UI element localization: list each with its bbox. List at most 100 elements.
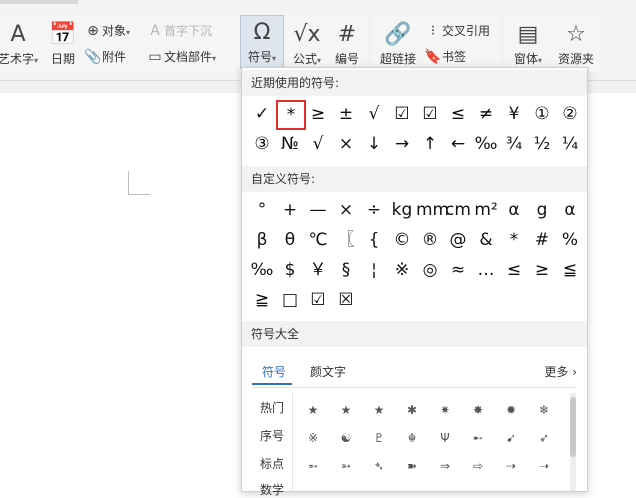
custom-symbol-cell[interactable]: { bbox=[360, 226, 388, 254]
library-symbol-cell[interactable]: ✹ bbox=[496, 397, 526, 423]
tab-symbols[interactable]: 符号 bbox=[262, 363, 286, 380]
library-symbol-cell[interactable]: ※ bbox=[298, 425, 328, 451]
formula-button[interactable]: √x 公式▾ bbox=[287, 18, 327, 67]
recent-symbol-cell[interactable]: ✓ bbox=[248, 100, 276, 128]
recent-symbol-cell[interactable]: ☑ bbox=[388, 100, 416, 128]
custom-symbol-cell[interactable]: § bbox=[332, 256, 360, 284]
recent-symbol-cell[interactable]: × bbox=[332, 130, 360, 158]
library-symbol-cell[interactable]: ✱ bbox=[397, 397, 427, 423]
library-symbol-cell[interactable]: ➳ bbox=[331, 453, 361, 479]
custom-symbol-cell[interactable]: ☑ bbox=[304, 286, 332, 314]
custom-symbol-cell[interactable]: ≤ bbox=[500, 256, 528, 284]
custom-symbol-cell[interactable]: $ bbox=[276, 256, 304, 284]
library-symbol-cell[interactable]: ⇒ bbox=[430, 453, 460, 479]
library-symbol-cell[interactable]: ➽ bbox=[397, 453, 427, 479]
recent-symbol-cell[interactable]: ¥ bbox=[500, 100, 528, 128]
custom-symbol-cell[interactable]: & bbox=[472, 226, 500, 254]
recent-symbol-cell[interactable]: № bbox=[276, 130, 304, 158]
recent-symbol-cell[interactable]: ≥ bbox=[304, 100, 332, 128]
custom-symbol-cell[interactable]: α bbox=[556, 196, 584, 224]
custom-symbol-cell[interactable]: θ bbox=[276, 226, 304, 254]
dropcap-button[interactable]: A 首字下沉 bbox=[146, 22, 212, 39]
custom-symbol-cell[interactable]: ¦ bbox=[360, 256, 388, 284]
recent-symbol-cell[interactable]: √ bbox=[360, 100, 388, 128]
bookmark-button[interactable]: 🔖书签 bbox=[424, 48, 466, 65]
library-symbol-cell[interactable]: Ψ bbox=[430, 425, 460, 451]
custom-symbol-cell[interactable]: ® bbox=[416, 226, 444, 254]
library-symbol-cell[interactable]: ★ bbox=[298, 397, 328, 423]
category-punctuation[interactable]: 标点 bbox=[260, 455, 284, 472]
tab-kaomoji[interactable]: 颜文字 bbox=[310, 363, 346, 380]
recent-symbol-cell[interactable]: ‰ bbox=[472, 130, 500, 158]
custom-symbol-cell[interactable]: ≧ bbox=[248, 286, 276, 314]
custom-symbol-cell[interactable]: ℃ bbox=[304, 226, 332, 254]
library-symbol-cell[interactable]: ☬ bbox=[397, 425, 427, 451]
recent-symbol-cell[interactable]: → bbox=[388, 130, 416, 158]
custom-symbol-cell[interactable]: ÷ bbox=[360, 196, 388, 224]
custom-symbol-cell[interactable]: 〖 bbox=[332, 226, 360, 254]
custom-symbol-cell[interactable]: % bbox=[556, 226, 584, 254]
recent-symbol-cell[interactable]: ↓ bbox=[360, 130, 388, 158]
window-button[interactable]: ▤ 窗体▾ bbox=[508, 18, 548, 67]
custom-symbol-cell[interactable]: □ bbox=[276, 286, 304, 314]
attachment-button[interactable]: 📎附件 bbox=[84, 48, 126, 65]
library-symbol-cell[interactable]: ➹ bbox=[496, 425, 526, 451]
more-link[interactable]: 更多 › bbox=[544, 363, 577, 380]
cross-ref-button[interactable]: ⁝ 交叉引用 bbox=[424, 22, 490, 39]
custom-symbol-cell[interactable]: * bbox=[500, 226, 528, 254]
recent-symbol-cell[interactable]: ≤ bbox=[444, 100, 472, 128]
recent-symbol-cell[interactable]: ≠ bbox=[472, 100, 500, 128]
custom-symbol-cell[interactable]: × bbox=[332, 196, 360, 224]
symbol-scrollbar[interactable] bbox=[570, 393, 576, 491]
category-hot[interactable]: 热门 bbox=[260, 399, 284, 416]
recent-symbol-cell[interactable]: * bbox=[276, 100, 306, 130]
library-symbol-cell[interactable]: ➝ bbox=[529, 453, 559, 479]
custom-symbol-cell[interactable]: ≦ bbox=[556, 256, 584, 284]
recent-symbol-cell[interactable]: ① bbox=[528, 100, 556, 128]
library-symbol-cell[interactable]: ➴ bbox=[364, 453, 394, 479]
library-symbol-cell[interactable]: ❄ bbox=[529, 397, 559, 423]
custom-symbol-cell[interactable]: ※ bbox=[388, 256, 416, 284]
object-button[interactable]: ⊕ 对象▾ bbox=[84, 22, 130, 39]
library-symbol-cell[interactable]: ✸ bbox=[463, 397, 493, 423]
recent-symbol-cell[interactable]: √ bbox=[304, 130, 332, 158]
custom-symbol-cell[interactable]: # bbox=[528, 226, 556, 254]
custom-symbol-cell[interactable]: g bbox=[528, 196, 556, 224]
custom-symbol-cell[interactable]: — bbox=[304, 196, 332, 224]
symbol-button[interactable]: Ω 符号▾ bbox=[240, 15, 284, 69]
resource-button[interactable]: ☆ 资源夹 bbox=[554, 18, 598, 67]
custom-symbol-cell[interactable]: ‰ bbox=[248, 256, 276, 284]
custom-symbol-cell[interactable]: ￥ bbox=[304, 256, 332, 284]
library-symbol-cell[interactable]: ➸ bbox=[463, 425, 493, 451]
custom-symbol-cell[interactable]: α bbox=[500, 196, 528, 224]
library-symbol-cell[interactable]: ➵ bbox=[298, 453, 328, 479]
custom-symbol-cell[interactable]: … bbox=[472, 256, 500, 284]
art-text-button[interactable]: A 艺术字▾ bbox=[0, 18, 44, 67]
custom-symbol-cell[interactable]: © bbox=[388, 226, 416, 254]
library-symbol-cell[interactable]: ⇢ bbox=[496, 453, 526, 479]
recent-symbol-cell[interactable]: ← bbox=[444, 130, 472, 158]
custom-symbol-cell[interactable]: m² bbox=[472, 196, 500, 224]
recent-symbol-cell[interactable]: ③ bbox=[248, 130, 276, 158]
scrollbar-thumb[interactable] bbox=[570, 397, 576, 457]
custom-symbol-cell[interactable]: ◎ bbox=[416, 256, 444, 284]
custom-symbol-cell[interactable]: ≈ bbox=[444, 256, 472, 284]
library-symbol-cell[interactable]: ♇ bbox=[364, 425, 394, 451]
library-symbol-cell[interactable]: ⇨ bbox=[463, 453, 493, 479]
custom-symbol-cell[interactable]: ° bbox=[248, 196, 276, 224]
recent-symbol-cell[interactable]: ¾ bbox=[500, 130, 528, 158]
recent-symbol-cell[interactable]: ☑ bbox=[416, 100, 444, 128]
recent-symbol-cell[interactable]: ½ bbox=[528, 130, 556, 158]
category-ordinal[interactable]: 序号 bbox=[260, 427, 284, 444]
library-symbol-cell[interactable]: ✷ bbox=[430, 397, 460, 423]
custom-symbol-cell[interactable]: mm bbox=[416, 196, 449, 224]
custom-symbol-cell[interactable]: β bbox=[248, 226, 276, 254]
hyperlink-button[interactable]: 🔗 超链接 bbox=[378, 18, 418, 67]
library-symbol-cell[interactable]: ★ bbox=[331, 397, 361, 423]
custom-symbol-cell[interactable]: kg bbox=[388, 196, 416, 224]
library-symbol-cell[interactable]: ➶ bbox=[529, 425, 559, 451]
custom-symbol-cell[interactable]: cm bbox=[444, 196, 472, 224]
custom-symbol-cell[interactable]: @ bbox=[444, 226, 472, 254]
library-symbol-cell[interactable]: ☯ bbox=[331, 425, 361, 451]
date-button[interactable]: 📅 日期 bbox=[46, 18, 80, 67]
